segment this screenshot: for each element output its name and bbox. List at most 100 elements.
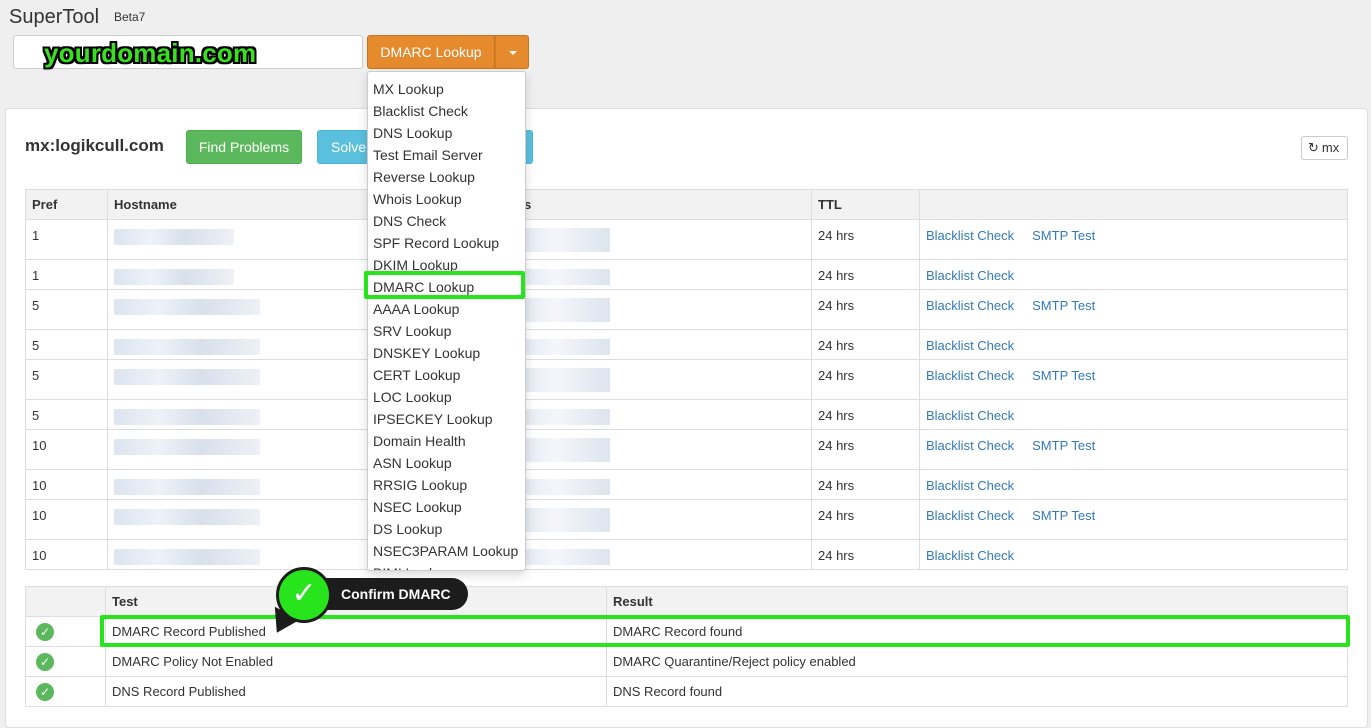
blacklist-check-link[interactable]: Blacklist Check [926, 338, 1014, 353]
refresh-button[interactable]: ↻ mx [1301, 136, 1348, 160]
check-icon: ✓ [276, 567, 332, 623]
pref-cell: 5 [25, 289, 108, 330]
hostname-cell-redacted [107, 289, 374, 330]
menu-item-dns-lookup[interactable]: DNS Lookup [368, 122, 525, 144]
blacklist-check-link[interactable]: Blacklist Check [926, 438, 1014, 453]
table-row: 10 24 hrs Blacklist Check [25, 469, 1348, 500]
table-row: 10 24 hrs Blacklist Check SMTP Test [25, 429, 1348, 470]
actions-cell: Blacklist Check SMTP Test [919, 429, 1348, 470]
menu-item-nsec3param-lookup[interactable]: NSEC3PARAM Lookup [368, 540, 525, 562]
table-header-row: Pref Hostname s TTL [25, 189, 1348, 220]
menu-item-loc-lookup[interactable]: LOC Lookup [368, 386, 525, 408]
dmarc-menu-highlight-box [364, 271, 525, 299]
menu-item-blacklist-check[interactable]: Blacklist Check [368, 100, 525, 122]
ttl-cell: 24 hrs [811, 539, 920, 570]
query-title: mx:logikcull.com [25, 136, 164, 155]
blacklist-check-link[interactable]: Blacklist Check [926, 508, 1014, 523]
ttl-cell: 24 hrs [811, 259, 920, 290]
actions-cell: Blacklist Check [919, 469, 1348, 500]
actions-cell: Blacklist Check [919, 399, 1348, 430]
table-row: 10 24 hrs Blacklist Check [25, 539, 1348, 570]
smtp-test-link[interactable]: SMTP Test [1032, 228, 1095, 243]
column-header: Result [606, 586, 1348, 617]
blacklist-check-link[interactable]: Blacklist Check [926, 408, 1014, 423]
pref-cell: 1 [25, 259, 108, 290]
menu-item-bimi-lookup[interactable]: BIMI Lookup [368, 562, 525, 570]
blacklist-check-link[interactable]: Blacklist Check [926, 478, 1014, 493]
check-circle-icon: ✓ [36, 622, 54, 641]
hostname-cell-redacted [107, 329, 374, 360]
test-result-cell: DNS Record found [606, 676, 1348, 707]
menu-item-nsec-lookup[interactable]: NSEC Lookup [368, 496, 525, 518]
blacklist-check-link[interactable]: Blacklist Check [926, 228, 1014, 243]
lookup-dropdown-menu: MX Lookup Blacklist Check DNS Lookup Tes… [367, 71, 526, 571]
actions-cell: Blacklist Check SMTP Test [919, 289, 1348, 330]
menu-item-dnskey-lookup[interactable]: DNSKEY Lookup [368, 342, 525, 364]
hostname-cell-redacted [107, 259, 374, 290]
test-name-cell: DNS Record Published [105, 676, 607, 707]
app-version-badge: Beta7 [114, 10, 146, 24]
menu-item-asn-lookup[interactable]: ASN Lookup [368, 452, 525, 474]
menu-item-ipseckey-lookup[interactable]: IPSECKEY Lookup [368, 408, 525, 430]
smtp-test-link[interactable]: SMTP Test [1032, 508, 1095, 523]
menu-item-domain-health[interactable]: Domain Health [368, 430, 525, 452]
pref-cell: 10 [25, 429, 108, 470]
ttl-cell: 24 hrs [811, 399, 920, 430]
hostname-cell-redacted [107, 539, 374, 570]
ttl-cell: 24 hrs [811, 289, 920, 330]
menu-item-test-email-server[interactable]: Test Email Server [368, 144, 525, 166]
column-header: Hostname [107, 189, 374, 220]
blacklist-check-link[interactable]: Blacklist Check [926, 268, 1014, 283]
refresh-icon: ↻ [1308, 140, 1319, 155]
menu-item-mx-lookup[interactable]: MX Lookup [368, 78, 525, 100]
table-header-row: Test Result [25, 586, 1348, 617]
lookup-button[interactable]: DMARC Lookup [367, 35, 495, 69]
pref-cell: 5 [25, 359, 108, 400]
blacklist-check-link[interactable]: Blacklist Check [926, 368, 1014, 383]
column-header [919, 189, 1348, 220]
menu-item-aaaa-lookup[interactable]: AAAA Lookup [368, 298, 525, 320]
find-problems-button[interactable]: Find Problems [186, 130, 302, 164]
actions-cell: Blacklist Check [919, 539, 1348, 570]
status-cell: ✓ [25, 676, 106, 707]
ttl-cell: 24 hrs [811, 219, 920, 260]
test-name-cell: DMARC Policy Not Enabled [105, 646, 607, 677]
lookup-dropdown-toggle[interactable] [495, 35, 529, 69]
table-row: 1 24 hrs Blacklist Check [25, 259, 1348, 290]
blacklist-check-link[interactable]: Blacklist Check [926, 548, 1014, 563]
menu-item-reverse-lookup[interactable]: Reverse Lookup [368, 166, 525, 188]
table-row: 5 24 hrs Blacklist Check SMTP Test [25, 289, 1348, 330]
table-row: 10 24 hrs Blacklist Check SMTP Test [25, 499, 1348, 540]
column-header: TTL [811, 189, 920, 220]
ttl-cell: 24 hrs [811, 429, 920, 470]
menu-item-whois-lookup[interactable]: Whois Lookup [368, 188, 525, 210]
menu-item-srv-lookup[interactable]: SRV Lookup [368, 320, 525, 342]
menu-item-rrsig-lookup[interactable]: RRSIG Lookup [368, 474, 525, 496]
domain-input-value: yourdomain.com [44, 38, 257, 68]
status-cell: ✓ [25, 646, 106, 677]
status-cell: ✓ [25, 616, 106, 647]
app-title: SuperTool [9, 6, 100, 28]
ttl-cell: 24 hrs [811, 359, 920, 400]
smtp-test-link[interactable]: SMTP Test [1032, 438, 1095, 453]
ttl-cell: 24 hrs [811, 469, 920, 500]
hostname-cell-redacted [107, 219, 374, 260]
smtp-test-link[interactable]: SMTP Test [1032, 368, 1095, 383]
hostname-cell-redacted [107, 499, 374, 540]
table-row: 5 24 hrs Blacklist Check [25, 399, 1348, 430]
menu-item-ds-lookup[interactable]: DS Lookup [368, 518, 525, 540]
menu-item-spf-record-lookup[interactable]: SPF Record Lookup [368, 232, 525, 254]
menu-item-cert-lookup[interactable]: CERT Lookup [368, 364, 525, 386]
blacklist-check-link[interactable]: Blacklist Check [926, 298, 1014, 313]
column-header: Pref [25, 189, 108, 220]
ttl-cell: 24 hrs [811, 499, 920, 540]
smtp-test-link[interactable]: SMTP Test [1032, 298, 1095, 313]
hostname-cell-redacted [107, 359, 374, 400]
check-circle-icon: ✓ [36, 682, 54, 701]
hostname-cell-redacted [107, 469, 374, 500]
pref-cell: 10 [25, 539, 108, 570]
hostname-cell-redacted [107, 399, 374, 430]
menu-item-dns-check[interactable]: DNS Check [368, 210, 525, 232]
pref-cell: 10 [25, 499, 108, 540]
column-header [25, 586, 106, 617]
